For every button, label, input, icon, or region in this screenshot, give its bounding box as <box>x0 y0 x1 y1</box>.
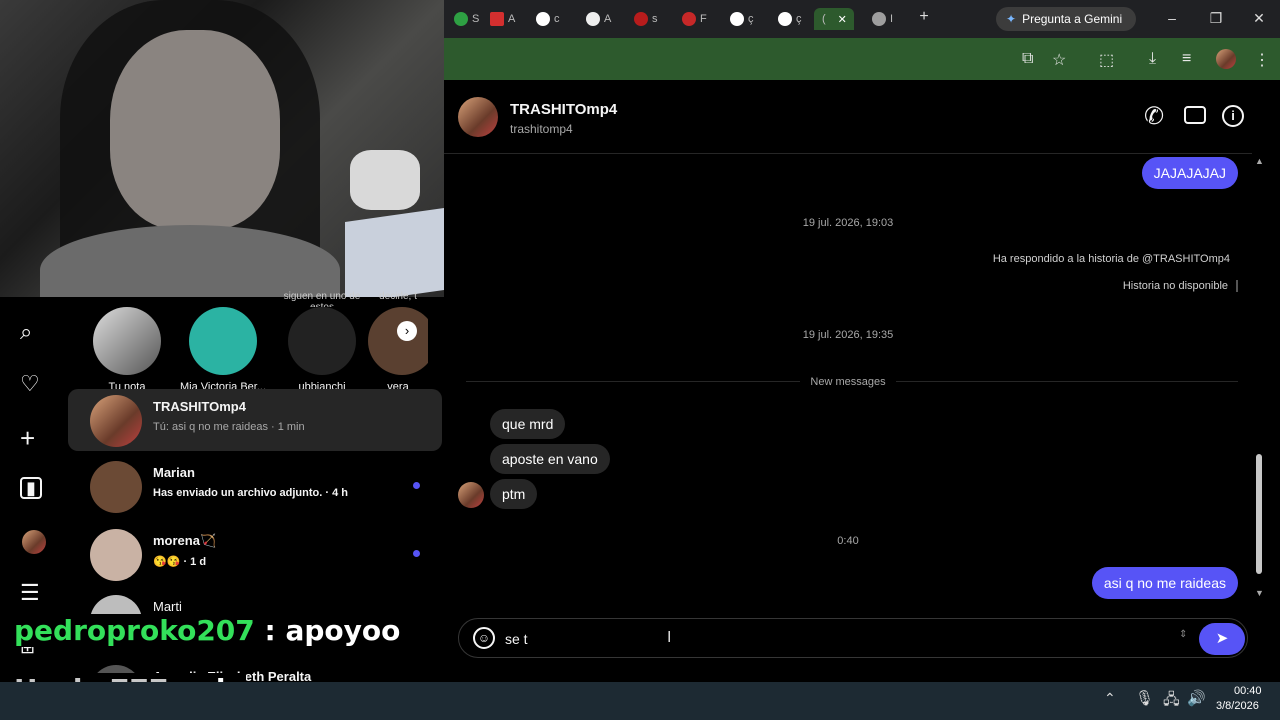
conversation-item[interactable]: Marian Has enviado un archivo adjunto. ·… <box>68 455 442 517</box>
message-bubble-incoming[interactable]: que mrd <box>490 409 566 439</box>
unread-dot <box>413 550 420 557</box>
sender-avatar <box>458 482 484 508</box>
chat-panel: TRASHITOmp4 trashitomp4 ✆ i JAJAJAJAJ 19… <box>444 80 1252 682</box>
contact-handle: trashitomp4 <box>510 122 573 136</box>
browser-tab[interactable]: A <box>578 8 622 30</box>
send-icon[interactable]: ➤ <box>1199 623 1245 655</box>
chevron-up-icon[interactable]: ⌃ <box>1104 690 1116 707</box>
conversation-name: Marti <box>153 599 182 614</box>
timestamp: 19 jul. 2026, 19:35 <box>802 329 894 341</box>
browser-tab[interactable]: ç <box>770 8 814 30</box>
new-tab-button[interactable]: + <box>914 8 934 26</box>
conversation-name: Marian <box>153 465 195 480</box>
browser-tab[interactable]: I <box>864 8 908 30</box>
profile-avatar[interactable] <box>1216 49 1236 69</box>
emoji-icon[interactable]: ☺ <box>473 627 495 649</box>
restore-button[interactable]: ❐ <box>1206 10 1226 27</box>
network-icon[interactable]: 🖧 <box>1163 689 1180 714</box>
volume-icon[interactable]: 🔊 <box>1187 689 1206 707</box>
timestamp: 0:40 <box>837 535 859 547</box>
message-bubble-outgoing[interactable]: asi q no me raideas <box>1091 567 1238 599</box>
browser-tab[interactable]: c <box>528 8 572 30</box>
scrollbar-thumb[interactable] <box>1256 454 1262 574</box>
browser-toolbar: ⧉ ☆ ⬚ ⤓ ≡ ⋮ <box>444 38 1280 80</box>
text-cursor-icon: I <box>667 629 672 646</box>
windows-taskbar: ⌃ 🎙 🖧 🔊 00:40 3/8/2026 <box>0 682 1280 720</box>
more-menu-icon[interactable]: ☰ <box>20 580 40 606</box>
close-icon[interactable]: ✕ <box>838 13 847 26</box>
profile-avatar[interactable] <box>22 530 46 554</box>
message-bubble-incoming[interactable]: ptm <box>490 479 538 509</box>
stream-chat-overlay: pedroproko207 : apoyoo <box>10 614 405 647</box>
browser-tab[interactable]: F <box>674 8 718 30</box>
create-plus-icon[interactable]: + <box>20 423 35 454</box>
new-messages-divider: New messages <box>444 376 1252 388</box>
message-input-container: ☺ se t I ⇕ ➤ <box>458 618 1248 658</box>
story-unavailable-note: Historia no disponible <box>1123 280 1238 292</box>
minimize-button[interactable]: – <box>1162 10 1182 26</box>
message-input[interactable]: se t <box>505 631 528 647</box>
story-note-text: decirle, t <box>379 291 417 302</box>
story-item[interactable]: Mia Victoria Ber... <box>178 307 268 393</box>
search-icon[interactable]: ⌕ <box>20 319 32 345</box>
clock-time[interactable]: 00:40 <box>1234 685 1262 697</box>
conversation-name: TRASHITOmp4 <box>153 399 246 414</box>
gemini-button[interactable]: ✦ Pregunta a Gemini <box>996 7 1136 31</box>
conversation-name: morena🏹 <box>153 533 217 548</box>
unread-dot <box>413 482 420 489</box>
heart-icon[interactable]: ♡ <box>20 371 40 397</box>
video-call-icon[interactable] <box>1184 106 1206 124</box>
conversation-preview: Has enviado un archivo adjunto. · 4 h <box>153 487 348 499</box>
conversation-item-active[interactable]: TRASHITOmp4 Tú: asi q no me raideas · 1 … <box>68 389 442 451</box>
extensions-icon[interactable]: ⬚ <box>1099 50 1114 70</box>
webcam-overlay <box>0 0 444 297</box>
dashboard-icon[interactable]: ▮ <box>20 477 42 499</box>
browser-tab-bar: S A c A s F ç ç (✕ I + ✦ Pregunta a Gemin… <box>444 0 1280 38</box>
conversation-preview: 😘😘 · 1 d <box>153 556 207 568</box>
avatar <box>90 461 142 513</box>
contact-name[interactable]: TRASHITOmp4 <box>510 101 617 118</box>
timestamp: 19 jul. 2026, 19:03 <box>802 217 894 229</box>
media-control-icon[interactable]: ≡ <box>1182 50 1191 68</box>
contact-avatar[interactable] <box>458 97 498 137</box>
conversation-preview: Tú: asi q no me raideas · 1 min <box>153 421 305 433</box>
story-item[interactable]: siguen en uno de estos ubbianchi <box>277 291 367 393</box>
browser-tab[interactable]: s <box>626 8 670 30</box>
story-item[interactable]: decirle, t vera <box>368 291 428 393</box>
chat-header: TRASHITOmp4 trashitomp4 ✆ i <box>444 80 1252 154</box>
browser-tab[interactable]: A <box>482 8 526 30</box>
sparkle-icon: ✦ <box>1006 12 1017 26</box>
story-reply-note: Ha respondido a la historia de @TRASHITO… <box>992 253 1230 265</box>
phone-call-icon[interactable]: ✆ <box>1144 102 1164 131</box>
install-app-icon[interactable]: ⧉ <box>1022 50 1033 68</box>
browser-tab[interactable]: ç <box>722 8 766 30</box>
close-window-button[interactable]: ✕ <box>1249 10 1269 27</box>
download-icon[interactable]: ⤓ <box>1149 50 1156 68</box>
microphone-icon[interactable]: 🎙 <box>1135 689 1154 707</box>
spinner-icon: ⇕ <box>1179 629 1188 640</box>
story-note-text: siguen en uno de estos <box>283 291 361 307</box>
browser-tab-active[interactable]: (✕ <box>814 8 854 30</box>
chat-scrollbar[interactable]: ▲ ▼ <box>1252 150 1280 680</box>
menu-kebab-icon[interactable]: ⋮ <box>1254 50 1270 70</box>
avatar <box>90 529 142 581</box>
chevron-right-icon[interactable]: › <box>397 321 417 341</box>
message-bubble-incoming[interactable]: aposte en vano <box>490 444 610 474</box>
info-icon[interactable]: i <box>1222 105 1244 127</box>
bookmark-star-icon[interactable]: ☆ <box>1052 50 1066 70</box>
story-note[interactable]: Tu nota <box>82 307 172 393</box>
conversation-item[interactable]: morena🏹 😘😘 · 1 d <box>68 523 442 585</box>
message-bubble-outgoing[interactable]: JAJAJAJAJ <box>1141 157 1238 189</box>
avatar <box>90 395 142 447</box>
clock-date[interactable]: 3/8/2026 <box>1216 700 1259 712</box>
